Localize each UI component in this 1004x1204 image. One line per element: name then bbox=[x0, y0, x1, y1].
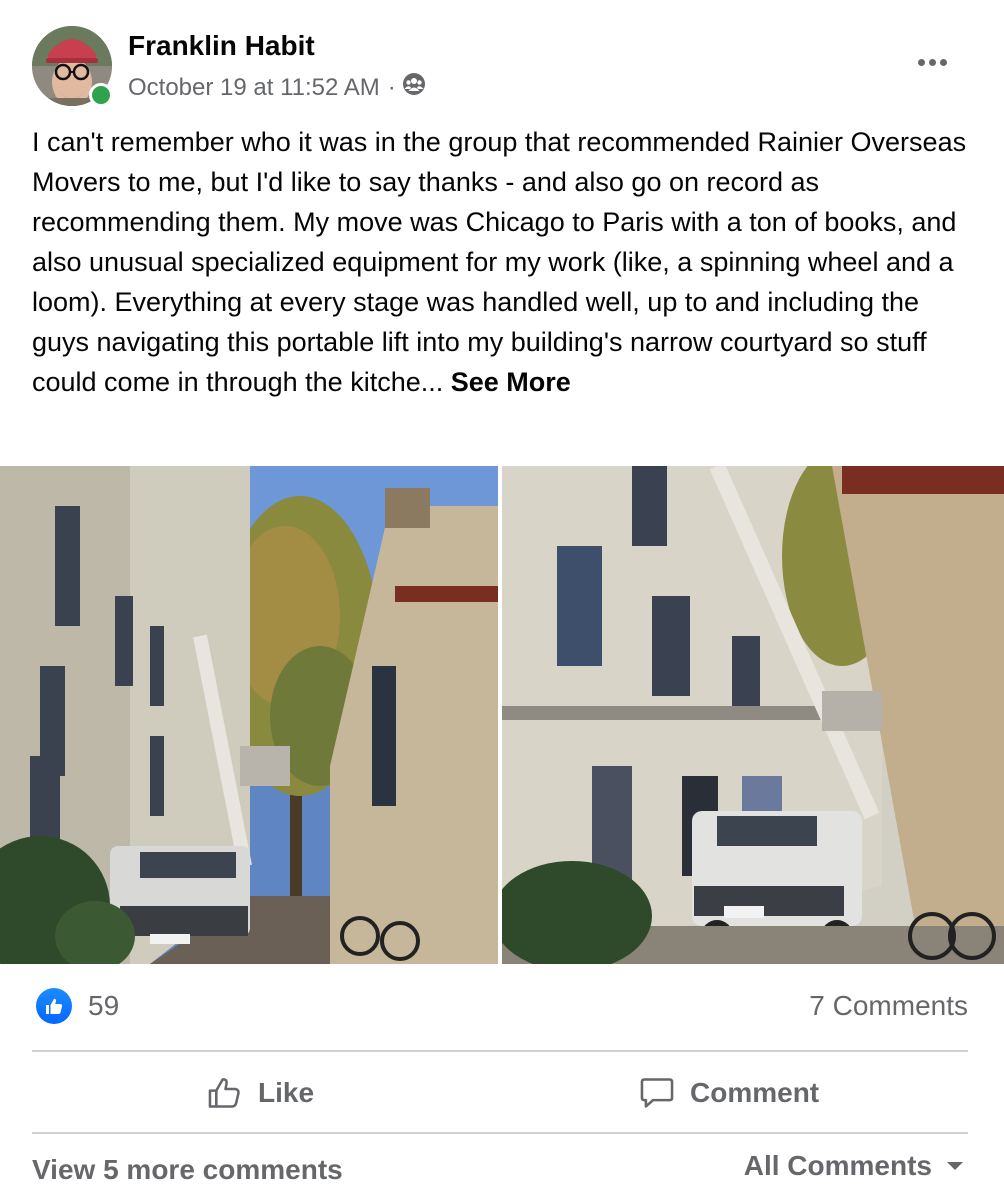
comments-filter-dropdown[interactable]: All Comments bbox=[744, 1150, 964, 1182]
meta-separator: · bbox=[387, 73, 396, 101]
view-more-comments-link[interactable]: View 5 more comments bbox=[32, 1154, 343, 1186]
divider bbox=[32, 1132, 968, 1134]
divider bbox=[32, 1050, 968, 1052]
like-reaction-icon[interactable] bbox=[36, 988, 72, 1024]
like-button[interactable]: Like bbox=[206, 1054, 314, 1132]
post-body-text: I can't remember who it was in the group… bbox=[32, 127, 967, 397]
photo-2[interactable] bbox=[502, 466, 1004, 964]
more-options-icon[interactable] bbox=[910, 46, 954, 78]
see-more-link[interactable]: See More bbox=[451, 367, 571, 397]
photo-1[interactable] bbox=[0, 466, 498, 964]
post-body: I can't remember who it was in the group… bbox=[32, 122, 982, 402]
comment-label: Comment bbox=[690, 1077, 820, 1108]
online-status-indicator bbox=[89, 83, 113, 107]
thumbs-up-icon bbox=[208, 1078, 240, 1108]
like-label: Like bbox=[258, 1077, 315, 1108]
post-actions: Like Comment bbox=[32, 1054, 968, 1132]
caret-down-icon bbox=[947, 1162, 963, 1170]
photo-grid bbox=[0, 466, 1004, 964]
photo-1-image bbox=[0, 466, 498, 964]
reaction-stats: 59 7 Comments bbox=[32, 986, 968, 1030]
post-timestamp[interactable]: October 19 at 11:52 AM bbox=[128, 74, 380, 102]
post-meta: October 19 at 11:52 AM · bbox=[128, 72, 426, 103]
post-card: Franklin Habit October 19 at 11:52 AM · … bbox=[0, 0, 1004, 1204]
comment-button[interactable]: Comment bbox=[638, 1054, 819, 1132]
photo-2-image bbox=[502, 466, 1004, 964]
group-icon bbox=[402, 72, 426, 103]
comment-count[interactable]: 7 Comments bbox=[809, 990, 968, 1022]
like-count[interactable]: 59 bbox=[88, 990, 119, 1022]
comments-filter-label: All Comments bbox=[743, 1150, 932, 1181]
author-name[interactable]: Franklin Habit bbox=[128, 30, 315, 62]
comment-icon bbox=[640, 1078, 674, 1108]
